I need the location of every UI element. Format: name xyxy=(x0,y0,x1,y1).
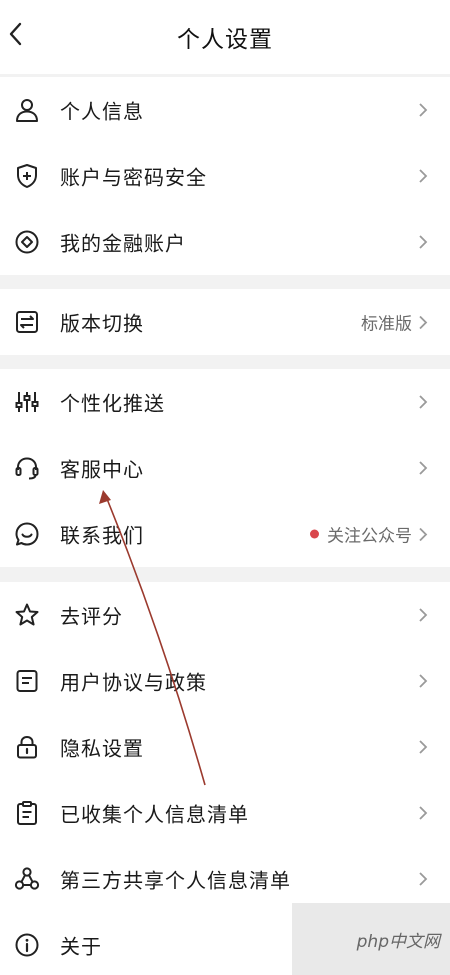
chevron-right-icon xyxy=(418,525,430,543)
row-label: 已收集个人信息清单 xyxy=(60,802,249,827)
headset-icon xyxy=(13,454,41,482)
row-label: 版本切换 xyxy=(60,311,144,336)
row-label: 去评分 xyxy=(60,604,123,629)
top-bar: 个人设置 xyxy=(0,0,450,74)
row-version-switch[interactable]: 版本切换 标准版 xyxy=(0,289,450,355)
row-label: 用户协议与政策 xyxy=(60,670,207,695)
row-personal-info[interactable]: 个人信息 xyxy=(0,77,450,143)
lock-icon xyxy=(13,733,41,761)
settings-page: 个人设置 个人信息 账户与密码安全 我的金融账户 版本切换 标准版 个性化推送 … xyxy=(0,0,450,975)
row-label: 第三方共享个人信息清单 xyxy=(60,868,291,893)
chevron-right-icon xyxy=(418,233,430,251)
row-label: 关于 xyxy=(60,934,102,959)
share-nodes-icon xyxy=(13,865,41,893)
clipboard-list-icon xyxy=(13,799,41,827)
chevron-right-icon xyxy=(418,459,430,477)
chevron-right-icon xyxy=(418,672,430,690)
row-personalized-push[interactable]: 个性化推送 xyxy=(0,369,450,435)
follow-official-account-value: 关注公众号 xyxy=(327,526,412,547)
row-label: 隐私设置 xyxy=(60,736,144,761)
sliders-icon xyxy=(13,388,41,416)
watermark: php中文网 xyxy=(292,903,450,975)
chevron-right-icon xyxy=(418,606,430,624)
back-button[interactable] xyxy=(0,18,30,54)
row-label: 个性化推送 xyxy=(60,391,165,416)
switch-icon xyxy=(13,308,41,336)
row-label: 客服中心 xyxy=(60,457,144,482)
chevron-right-icon xyxy=(418,167,430,185)
row-label: 个人信息 xyxy=(60,99,144,124)
row-label: 我的金融账户 xyxy=(60,231,186,256)
row-collected-info-list[interactable]: 已收集个人信息清单 xyxy=(0,780,450,846)
row-label: 联系我们 xyxy=(60,523,144,548)
chevron-right-icon xyxy=(418,804,430,822)
chevron-right-icon xyxy=(418,101,430,119)
chevron-left-icon xyxy=(8,22,22,50)
row-user-agreement[interactable]: 用户协议与政策 xyxy=(0,648,450,714)
chevron-right-icon xyxy=(418,738,430,756)
row-privacy-settings[interactable]: 隐私设置 xyxy=(0,714,450,780)
settings-group-version: 版本切换 标准版 xyxy=(0,289,450,355)
settings-group-service: 个性化推送 客服中心 联系我们 关注公众号 xyxy=(0,369,450,567)
shield-plus-icon xyxy=(13,162,41,190)
watermark-text: php中文网 xyxy=(356,931,440,952)
row-financial-account[interactable]: 我的金融账户 xyxy=(0,209,450,275)
row-customer-service[interactable]: 客服中心 xyxy=(0,435,450,501)
chevron-right-icon xyxy=(418,870,430,888)
chevron-right-icon xyxy=(418,313,430,331)
info-icon xyxy=(13,931,41,959)
row-rate-app[interactable]: 去评分 xyxy=(0,582,450,648)
settings-group-account: 个人信息 账户与密码安全 我的金融账户 xyxy=(0,77,450,275)
star-icon xyxy=(13,601,41,629)
document-icon xyxy=(13,667,41,695)
row-contact-us[interactable]: 联系我们 关注公众号 xyxy=(0,501,450,567)
row-label: 账户与密码安全 xyxy=(60,165,207,190)
notification-dot xyxy=(310,529,319,539)
row-account-security[interactable]: 账户与密码安全 xyxy=(0,143,450,209)
chat-icon xyxy=(13,520,41,548)
current-version-value: 标准版 xyxy=(361,314,412,335)
page-title: 个人设置 xyxy=(177,27,273,53)
diamond-circle-icon xyxy=(13,228,41,256)
chevron-right-icon xyxy=(418,393,430,411)
user-icon xyxy=(13,96,41,124)
